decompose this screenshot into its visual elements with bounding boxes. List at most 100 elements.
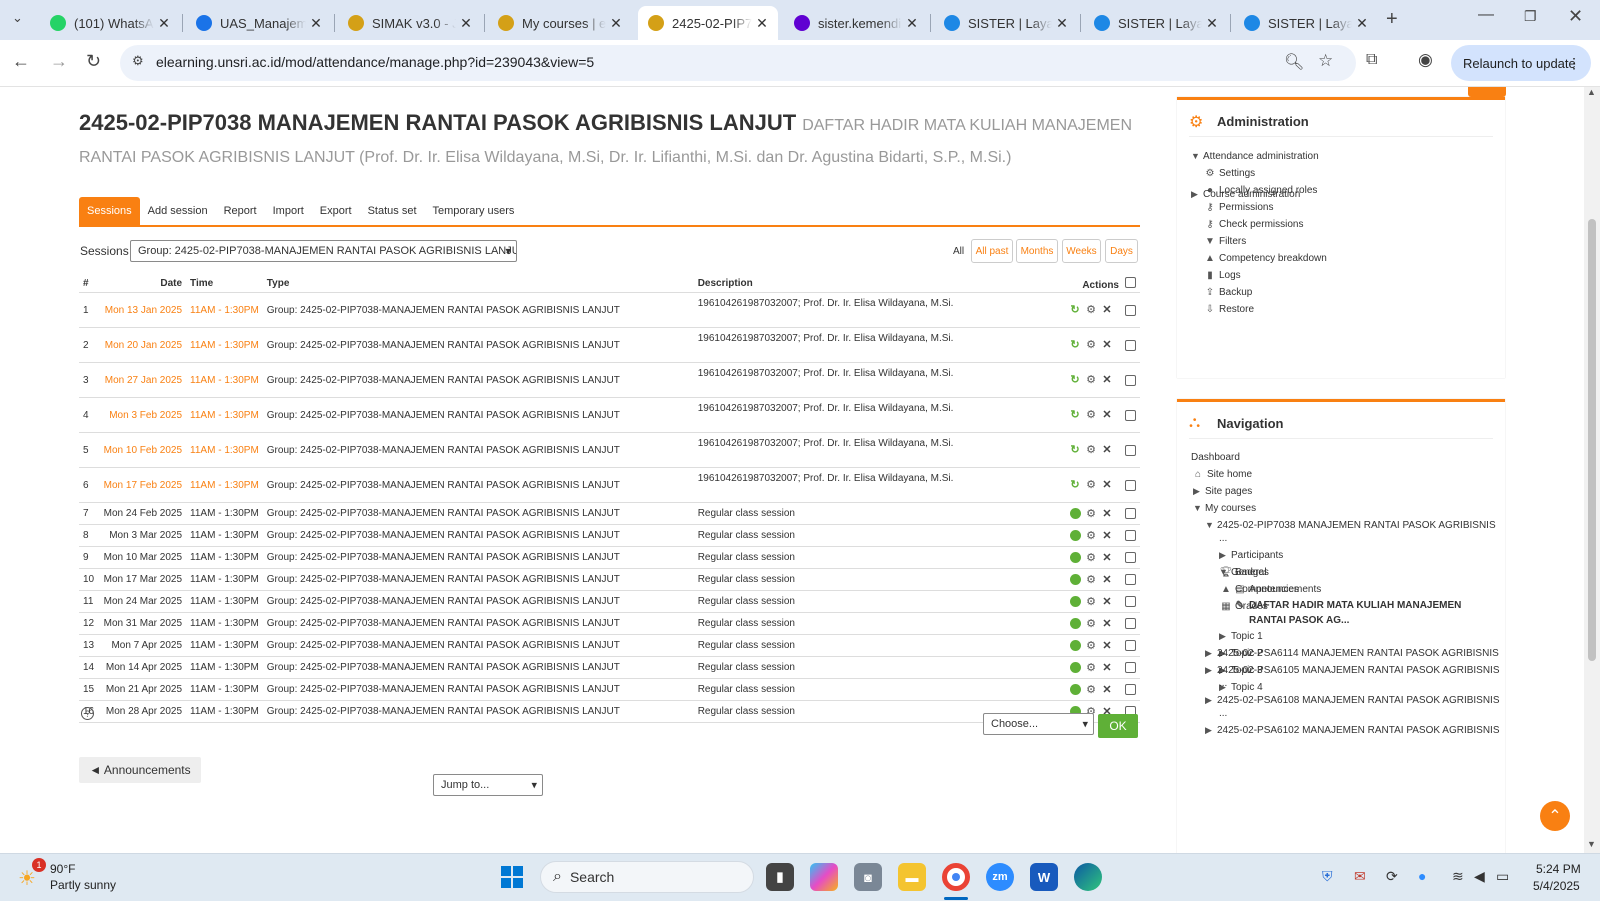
delete-icon[interactable]: ✕ [1101,479,1113,491]
session-date[interactable]: Mon 27 Jan 2025 [98,362,187,398]
course-admin-node[interactable]: ▶ Course administration [1191,186,1327,203]
gear-icon[interactable]: ⚙ [1085,684,1097,696]
take-attendance-icon[interactable] [1070,596,1081,607]
session-time[interactable]: 11AM - 1:30PM [186,467,263,503]
bookmark-star-icon[interactable]: ☆ [1318,51,1333,71]
delete-icon[interactable]: ✕ [1101,374,1113,386]
retake-attendance-icon[interactable]: ↻ [1069,409,1081,421]
gear-icon[interactable]: ⚙ [1085,574,1097,586]
delete-icon[interactable]: ✕ [1101,684,1113,696]
gear-icon[interactable]: ⚙ [1085,304,1097,316]
delete-icon[interactable]: ✕ [1101,409,1113,421]
delete-icon[interactable]: ✕ [1101,508,1113,520]
tab-temporary-users[interactable]: Temporary users [425,197,523,225]
nav-current-course[interactable]: ▼ 2425-02-PIP7038 MANAJEMEN RANTAI PASOK … [1191,517,1500,534]
camera-app-icon[interactable]: ◙ [854,863,882,891]
url-text[interactable]: elearning.unsri.ac.id/mod/attendance/man… [156,54,594,70]
delete-icon[interactable]: ✕ [1101,552,1113,564]
volume-icon[interactable]: ◀ [1474,868,1485,885]
delete-icon[interactable]: ✕ [1101,444,1113,456]
row-checkbox[interactable] [1125,409,1136,421]
delete-icon[interactable]: ✕ [1101,574,1113,586]
chrome-icon[interactable] [942,863,970,891]
retake-attendance-icon[interactable]: ↻ [1069,339,1081,351]
back-icon[interactable]: ← [12,51,30,72]
admin-item[interactable]: ⚷ Check permissions [1191,216,1327,233]
row-checkbox[interactable] [1125,684,1136,695]
filter-months-button[interactable]: Months [1016,239,1058,263]
session-time[interactable]: 11AM - 1:30PM [186,292,263,328]
filter-weeks-button[interactable]: Weeks [1062,239,1101,263]
retake-attendance-icon[interactable]: ↻ [1069,374,1081,386]
close-tab-icon[interactable]: ✕ [752,15,772,32]
browser-tab[interactable]: (101) WhatsApp✕ [40,6,180,40]
delete-icon[interactable]: ✕ [1101,640,1113,652]
bulk-action-select[interactable]: Choose... [983,713,1094,735]
browser-tab[interactable]: UAS_Manajemen✕ [186,6,332,40]
close-tab-icon[interactable]: ✕ [1052,15,1072,32]
browser-tab[interactable]: SISTER | Layan ✕ [1234,6,1378,40]
filter-days-button[interactable]: Days [1105,239,1138,263]
delete-icon[interactable]: ✕ [1101,339,1113,351]
session-date[interactable]: Mon 3 Feb 2025 [98,397,187,433]
row-checkbox[interactable] [1125,552,1136,563]
site-info-icon[interactable]: ⚙ [132,53,144,69]
battery-icon[interactable]: ▭ [1496,868,1509,885]
nav-current-activity[interactable]: ✎ DAFTAR HADIR MATA KULIAH MANAJEMEN [1191,598,1500,613]
retake-attendance-icon[interactable]: ↻ [1069,479,1081,491]
scroll-down-icon[interactable]: ▼ [1587,839,1596,849]
filter-all[interactable]: All [953,246,964,257]
nav-site-pages[interactable]: ▶ Site pages [1191,483,1500,500]
close-tab-icon[interactable]: ✕ [154,15,174,32]
browser-tab[interactable]: SISTER | Layan ✕ [1084,6,1228,40]
sync-tray-icon[interactable]: ⟳ [1386,868,1398,885]
nav-topic[interactable]: ▶ Topic 1 [1191,628,1500,645]
gear-icon[interactable]: ⚙ [1085,530,1097,542]
row-checkbox[interactable] [1125,574,1136,585]
delete-icon[interactable]: ✕ [1101,662,1113,674]
admin-item[interactable]: ⇩ Restore [1191,301,1327,318]
take-attendance-icon[interactable] [1070,662,1081,673]
gear-icon[interactable]: ⚙ [1085,552,1097,564]
session-time[interactable]: 11AM - 1:30PM [186,362,263,398]
close-tab-icon[interactable]: ✕ [1352,15,1372,32]
session-time[interactable]: 11AM - 1:30PM [186,397,263,433]
nav-my-courses[interactable]: ▼ My courses [1191,500,1500,517]
browser-tab[interactable]: SISTER | Layan ✕ [934,6,1078,40]
mail-tray-icon[interactable]: ✉ [1354,868,1366,885]
zoom-app-icon[interactable]: zm [986,863,1014,891]
row-checkbox[interactable] [1125,374,1136,386]
page-scrollbar[interactable]: ▲ ▼ [1584,87,1600,853]
select-all-checkbox[interactable] [1125,276,1136,288]
address-bar[interactable]: ⚙ elearning.unsri.ac.id/mod/attendance/m… [120,45,1356,81]
session-date[interactable]: Mon 10 Feb 2025 [98,432,187,468]
close-tab-icon[interactable]: ✕ [606,15,626,32]
zoom-icon[interactable]: 🔍︎ [1284,52,1304,72]
prev-activity-link[interactable]: ◄ Announcements [79,757,201,783]
profile-icon[interactable]: ◉ [1418,50,1433,70]
ok-button[interactable]: OK [1098,714,1138,738]
browser-tab[interactable]: SIMAK v3.0 - J ✕ [338,6,482,40]
take-attendance-icon[interactable] [1070,508,1081,519]
tab-sessions[interactable]: Sessions [79,197,140,225]
copilot-icon[interactable] [810,863,838,891]
gear-icon[interactable]: ⚙ [1085,618,1097,630]
back-to-top-button[interactable]: ⌃ [1540,801,1570,831]
close-tab-icon[interactable]: ✕ [306,15,326,32]
gear-icon[interactable]: ⚙ [1085,409,1097,421]
reload-icon[interactable]: ↻ [86,51,101,72]
word-icon[interactable]: W [1030,863,1058,891]
admin-item[interactable]: ▮ Logs [1191,267,1327,284]
group-select[interactable]: Group: 2425-02-PIP7038-MANAJEMEN RANTAI … [130,240,517,262]
taskbar-search[interactable]: ⌕ Search [540,861,754,893]
take-attendance-icon[interactable] [1070,552,1081,563]
close-window-icon[interactable]: ✕ [1568,6,1583,27]
nav-general[interactable]: ▼ General [1191,564,1500,581]
admin-item[interactable]: ▲ Competency breakdown [1191,250,1327,267]
gear-icon[interactable]: ⚙ [1085,374,1097,386]
row-checkbox[interactable] [1125,444,1136,456]
row-checkbox[interactable] [1125,479,1136,491]
tab-add-session[interactable]: Add session [140,197,216,225]
scrollbar-thumb[interactable] [1588,219,1596,661]
row-checkbox[interactable] [1125,304,1136,316]
